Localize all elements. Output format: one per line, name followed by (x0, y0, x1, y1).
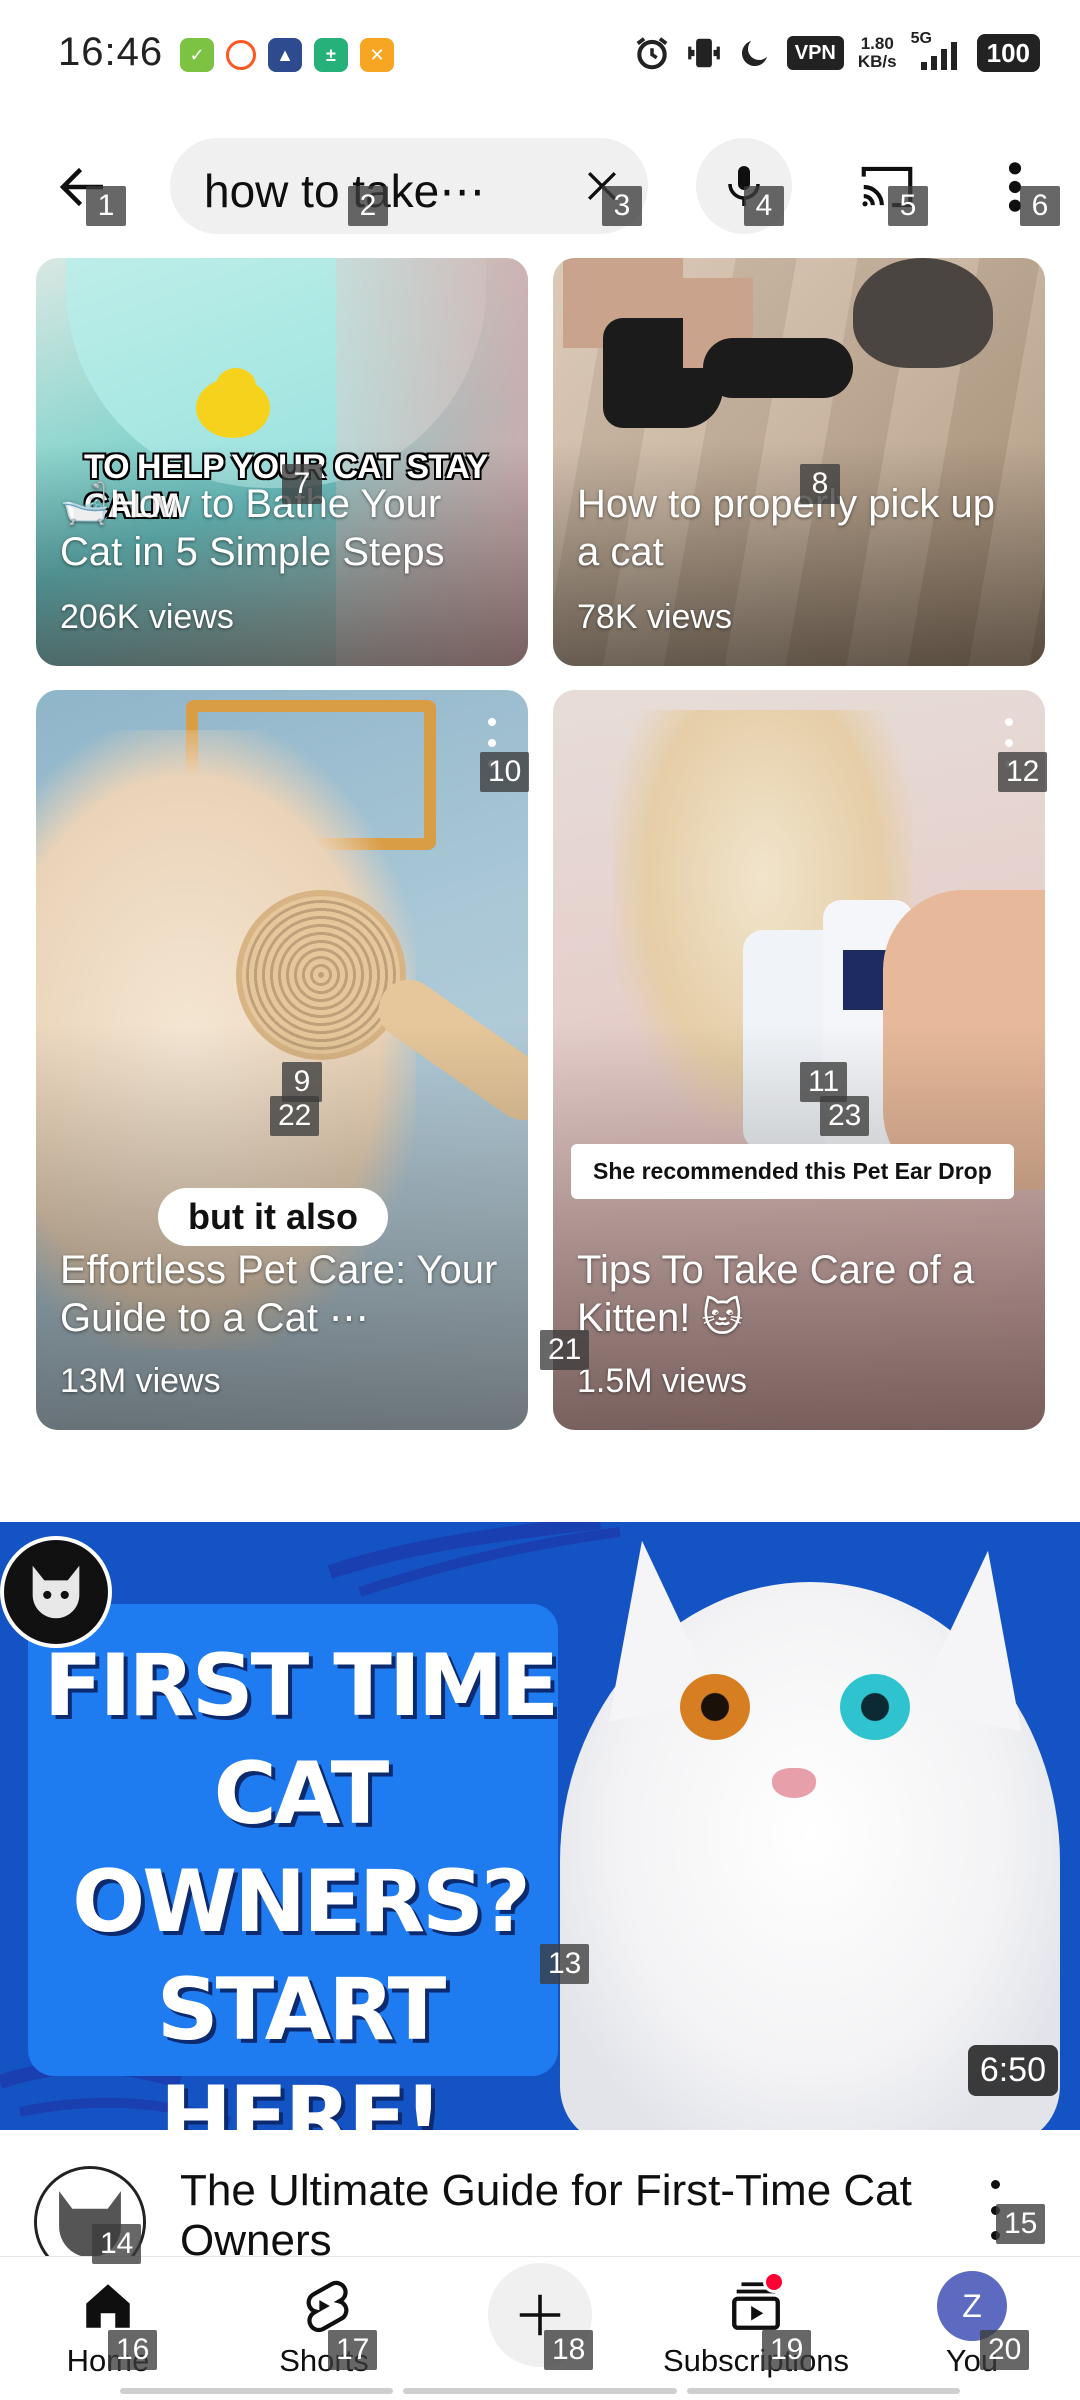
gesture-bar (120, 2388, 960, 2396)
thumbnail-text: FIRST TIME CAT OWNERS? START HERE! (30, 1632, 570, 2130)
short-title: How to properly pick up a cat (577, 482, 995, 574)
marker-label: 10 (480, 752, 530, 792)
moon-icon (737, 34, 773, 72)
status-indicators: VPN 1.80 KB/s 5G 100 (633, 30, 1040, 72)
net-speed-unit: KB/s (857, 52, 897, 71)
marker-label: 23 (820, 1096, 870, 1136)
thumbnail-line: OWNERS? (72, 1852, 531, 1952)
nav-subscriptions-label: Subscriptions (662, 2343, 850, 2378)
marker-label: 21 (540, 1330, 590, 1370)
marker-label: 5 (888, 186, 928, 226)
tools-app-icon: ✕ (360, 38, 394, 72)
short-caption-pill: but it also (158, 1188, 388, 1246)
alarm-icon (633, 34, 671, 72)
marker-label: 1 (86, 186, 126, 226)
cat-logo-icon (32, 1565, 80, 1619)
marker-label: 8 (800, 464, 840, 504)
short-views: 1.5M views (577, 1362, 748, 1400)
marker-label: 12 (998, 752, 1048, 792)
search-query: how to take⋯ (204, 165, 486, 217)
short-title: Tips To Take Care of a Kitten! 🐱 (577, 1248, 975, 1340)
thumbnail-line: FIRST TIME (43, 1636, 560, 1736)
marker-label: 16 (108, 2330, 158, 2370)
marker-label: 17 (328, 2330, 378, 2370)
marker-label: 2 (348, 186, 388, 226)
short-views: 13M views (60, 1362, 221, 1400)
bottom-navigation: Home Shorts Subscriptions Z You (0, 2256, 1080, 2400)
task-app-icon: ✓ (180, 38, 214, 72)
thumbnail-line: START HERE! (156, 1960, 447, 2130)
marker-label: 6 (1020, 186, 1060, 226)
cat-app-icon: ▲ (268, 38, 302, 72)
vibrate-icon (685, 34, 723, 72)
net-speed-value: 1.80 (860, 34, 894, 53)
record-app-icon (226, 40, 256, 70)
channel-logo (0, 1536, 112, 1648)
marker-label: 19 (762, 2330, 812, 2370)
short-card[interactable]: She recommended this Pet Ear Drop Tips T… (553, 690, 1045, 1430)
status-bar: 16:46 ✓ ▲ ± ✕ VPN 1.80 KB/s 5G 100 (0, 0, 1080, 110)
search-input[interactable]: how to take⋯ (170, 138, 648, 234)
notification-dot (763, 2271, 785, 2293)
video-meta: The Ultimate Guide for First-Time Cat Ow… (0, 2130, 1080, 2278)
marker-label: 4 (744, 186, 784, 226)
status-time: 16:46 (58, 30, 164, 74)
nav-you[interactable]: Z You (872, 2271, 1072, 2391)
short-caption-box: She recommended this Pet Ear Drop (571, 1144, 1014, 1199)
marker-label: 3 (602, 186, 642, 226)
video-duration: 6:50 (967, 2045, 1058, 2096)
short-views: 78K views (577, 598, 732, 636)
notification-icons: ✓ ▲ ± ✕ (180, 38, 394, 72)
short-card[interactable]: but it also Effortless Pet Care: Your Gu… (36, 690, 528, 1430)
battery-indicator: 100 (976, 34, 1040, 72)
marker-label: 13 (540, 1944, 590, 1984)
vpn-badge: VPN (786, 36, 844, 70)
marker-label: 20 (980, 2330, 1030, 2370)
nav-shorts[interactable]: Shorts (224, 2271, 424, 2391)
white-cat-image (540, 1522, 1080, 2130)
short-title: Effortless Pet Care: Your Guide to a Cat… (60, 1248, 498, 1340)
net-speed: 1.80 KB/s (858, 35, 897, 71)
nav-subscriptions[interactable]: Subscriptions (656, 2271, 856, 2391)
thumbnail-line: CAT (213, 1744, 390, 1844)
marker-label: 14 (92, 2224, 142, 2264)
marker-label: 15 (996, 2204, 1046, 2244)
video-title[interactable]: The Ultimate Guide for First-Time Cat Ow… (180, 2166, 920, 2266)
marker-label: 7 (282, 464, 322, 504)
short-card[interactable]: TO HELP YOUR CAT STAY CALM 🛁How to Bathe… (36, 258, 528, 666)
video-thumbnail[interactable]: FIRST TIME CAT OWNERS? START HERE! 6:50 (0, 1522, 1080, 2130)
network-type: 5G (910, 30, 932, 47)
short-views: 206K views (60, 598, 234, 636)
calculator-app-icon: ± (314, 38, 348, 72)
signal-icon: 5G (911, 30, 963, 72)
nav-create[interactable] (440, 2263, 640, 2383)
marker-label: 18 (544, 2330, 594, 2370)
marker-label: 22 (270, 1096, 320, 1136)
short-card[interactable]: How to properly pick up a cat 78K views (553, 258, 1045, 666)
